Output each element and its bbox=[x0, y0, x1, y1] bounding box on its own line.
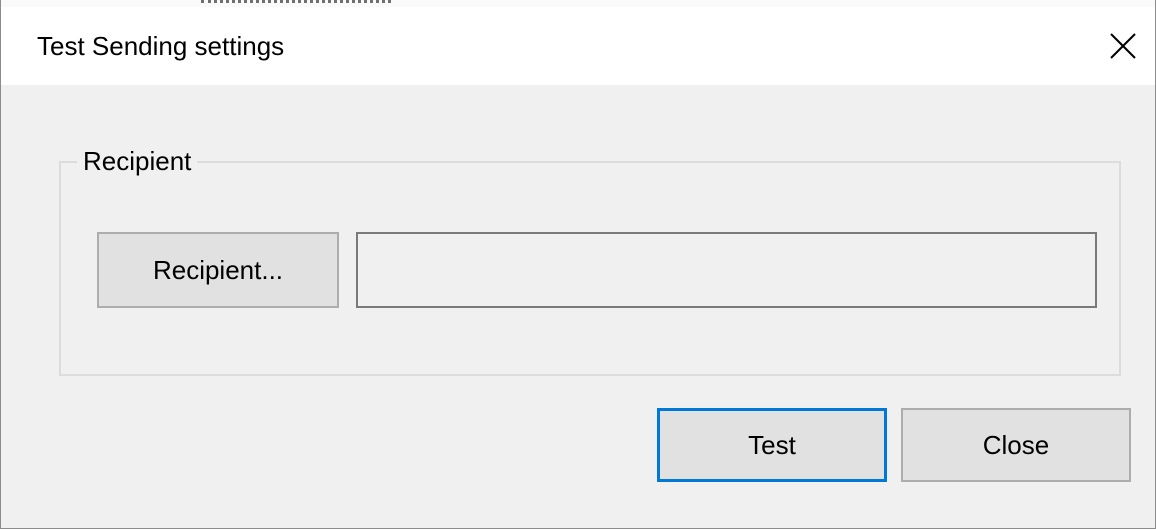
recipient-button[interactable]: Recipient... bbox=[97, 232, 339, 308]
test-button[interactable]: Test bbox=[657, 408, 887, 482]
close-icon[interactable] bbox=[1097, 21, 1149, 71]
recipient-field[interactable] bbox=[356, 232, 1097, 308]
test-sending-settings-dialog: Test Sending settings Recipient Recipien… bbox=[0, 0, 1156, 529]
background-window-fragment bbox=[201, 0, 391, 3]
title-bar: Test Sending settings bbox=[1, 7, 1155, 85]
close-button[interactable]: Close bbox=[901, 408, 1131, 482]
window-title: Test Sending settings bbox=[37, 31, 285, 61]
recipient-group-label: Recipient bbox=[77, 146, 198, 177]
background-window-strip bbox=[1, 0, 1155, 7]
